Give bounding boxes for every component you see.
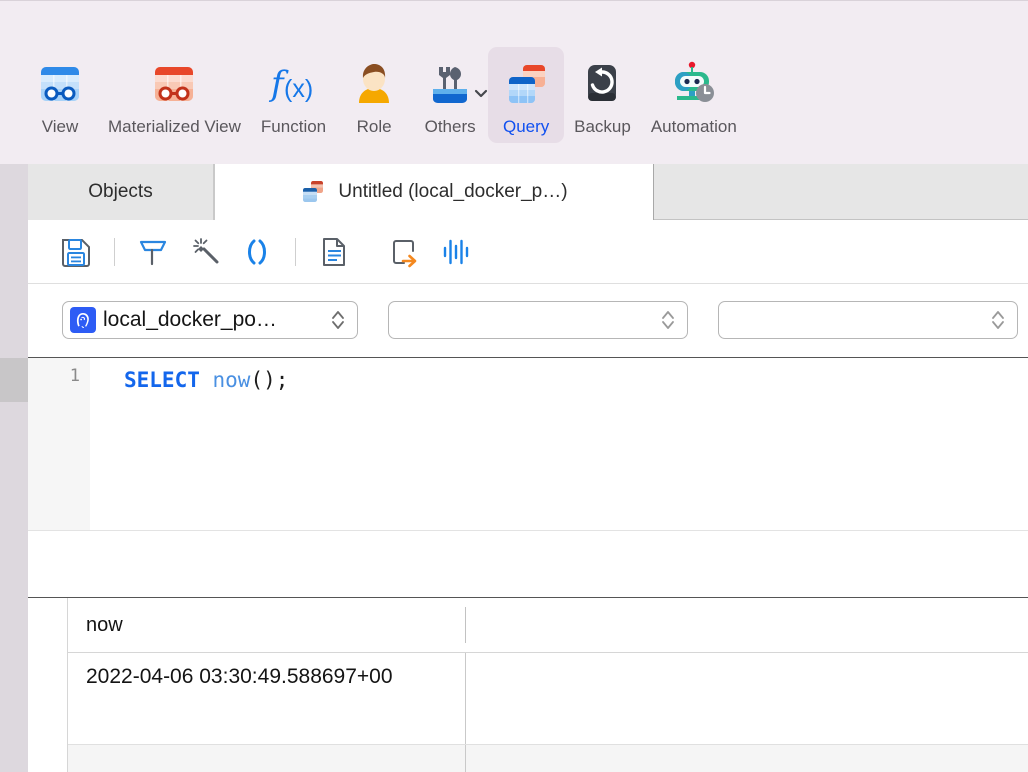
editor-results-divider: [28, 530, 1028, 598]
cell-empty[interactable]: [466, 745, 1028, 772]
chevron-updown-icon[interactable]: [983, 307, 1013, 333]
tab-strip: Objects: [0, 164, 1028, 220]
chevron-updown-icon[interactable]: [323, 307, 353, 333]
toolbar-label: Others: [425, 117, 476, 137]
toolbar-items: View: [22, 47, 747, 152]
sql-function: now: [213, 368, 251, 392]
editor-gutter: 1: [28, 358, 90, 530]
postgresql-elephant-icon: [70, 307, 96, 333]
tab-objects[interactable]: Objects: [28, 164, 214, 220]
results-header-row: now: [68, 598, 1028, 653]
toolbar-label: Backup: [574, 117, 631, 137]
results-grid: now 2022-04-06 03:30:49.588697+00: [28, 598, 1028, 772]
cell-now[interactable]: [68, 745, 465, 772]
column-header-empty[interactable]: [466, 598, 1028, 652]
toolbar-divider-1: [114, 238, 115, 266]
query-pane: local_docker_po…: [28, 220, 1028, 772]
format-button[interactable]: [127, 230, 179, 274]
toolbar-item-query[interactable]: Query: [488, 47, 564, 143]
document-lines-icon: [317, 235, 351, 269]
magic-wand-icon: [188, 235, 222, 269]
tab-strip-left-padding: [0, 164, 28, 220]
toolbar-item-function[interactable]: f (x) Function: [251, 47, 336, 143]
toolbar-label: Automation: [651, 117, 737, 137]
cell-empty[interactable]: [466, 653, 1028, 744]
function-fx-icon: f (x): [266, 56, 322, 112]
connection-select[interactable]: local_docker_po…: [62, 301, 358, 339]
results-row-header-column: [28, 598, 68, 772]
query-tables-icon: [498, 56, 554, 112]
toolbar-item-backup[interactable]: Backup: [564, 47, 641, 143]
parentheses-icon: [240, 235, 274, 269]
sql-keyword: SELECT: [124, 368, 200, 392]
table-row[interactable]: [68, 745, 1028, 772]
query-action-bar: [28, 220, 1028, 284]
toolbar-label: Function: [261, 117, 326, 137]
export-button[interactable]: [378, 230, 430, 274]
column-header-now[interactable]: now: [68, 598, 465, 652]
table-row[interactable]: 2022-04-06 03:30:49.588697+00: [68, 653, 1028, 745]
save-button[interactable]: [50, 230, 102, 274]
bar-chart-icon: [439, 235, 473, 269]
toolbar-label: Role: [357, 117, 392, 137]
backup-restore-icon: [574, 56, 630, 112]
main-toolbar: View: [0, 0, 1028, 164]
toolbar-item-view[interactable]: View: [22, 47, 98, 143]
line-number: 1: [70, 366, 80, 386]
toolbar-item-automation[interactable]: Automation: [641, 47, 747, 143]
chevron-down-icon[interactable]: [474, 86, 488, 100]
rail-scroll-thumb[interactable]: [0, 358, 28, 402]
toolbar-item-role[interactable]: Role: [336, 47, 412, 143]
cell-now[interactable]: 2022-04-06 03:30:49.588697+00: [68, 653, 465, 744]
beautify-button[interactable]: [179, 230, 231, 274]
toolbar-item-others[interactable]: Others: [412, 47, 488, 143]
explain-button[interactable]: [308, 230, 360, 274]
query-tables-icon: [300, 179, 326, 205]
connection-selector-row: local_docker_po…: [28, 284, 1028, 358]
schema-select[interactable]: [718, 301, 1018, 339]
floppy-save-icon: [59, 235, 93, 269]
app-window: View: [0, 0, 1028, 772]
role-person-icon: [346, 56, 402, 112]
sql-code-line[interactable]: SELECT now();: [124, 366, 288, 394]
svg-text:(x): (x): [284, 75, 313, 103]
view-table-glasses-icon: [32, 56, 88, 112]
sql-editor[interactable]: 1 SELECT now();: [28, 358, 1028, 530]
toolbar-label: Query: [503, 117, 549, 137]
toolbar-label: View: [42, 117, 79, 137]
parentheses-button[interactable]: [231, 230, 283, 274]
toolbar-item-materialized-view[interactable]: Materialized View: [98, 47, 251, 143]
format-brush-icon: [136, 235, 170, 269]
database-select[interactable]: [388, 301, 688, 339]
chart-button[interactable]: [430, 230, 482, 274]
connection-value: local_docker_po…: [103, 308, 323, 332]
materialized-view-table-glasses-icon: [146, 56, 202, 112]
tab-label: Objects: [88, 181, 152, 203]
others-tools-icon: [422, 56, 478, 112]
sql-space: [200, 368, 213, 392]
toolbar-label: Materialized View: [108, 117, 241, 137]
left-rail: [0, 220, 28, 772]
sql-punctuation: ();: [250, 368, 288, 392]
export-arrow-icon: [387, 235, 421, 269]
tab-untitled-query[interactable]: Untitled (local_docker_p…): [214, 164, 654, 220]
tab-label: Untitled (local_docker_p…): [338, 181, 567, 203]
chevron-updown-icon[interactable]: [653, 307, 683, 333]
toolbar-divider-2: [295, 238, 296, 266]
automation-robot-clock-icon: [666, 56, 722, 112]
